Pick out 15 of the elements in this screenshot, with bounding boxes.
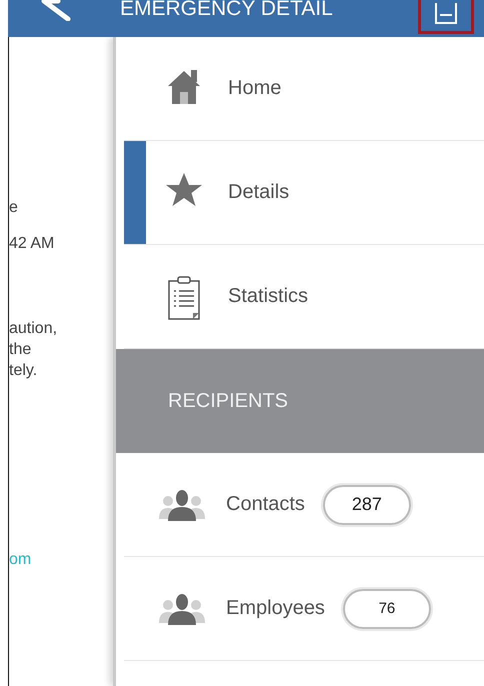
detail-text: aution, the tely. bbox=[9, 319, 58, 381]
screen-title: EMERGENCY DETAIL bbox=[120, 0, 333, 21]
menu-icon bbox=[434, 3, 458, 25]
menu-item[interactable]: Home bbox=[124, 37, 484, 141]
menu-item[interactable]: Details bbox=[124, 141, 484, 245]
count-badge: 287 bbox=[322, 484, 411, 524]
people-icon bbox=[156, 488, 208, 520]
section-title: RECIPIENTS bbox=[168, 390, 288, 412]
detail-text: e bbox=[9, 198, 19, 218]
menu-item[interactable]: Contacts bbox=[226, 493, 305, 516]
count-badge: 76 bbox=[342, 588, 431, 628]
menu-item[interactable]: Employees bbox=[226, 597, 325, 620]
detail-text: 42 AM bbox=[9, 234, 56, 254]
menu-button[interactable] bbox=[418, 0, 474, 34]
people-icon bbox=[156, 592, 208, 624]
